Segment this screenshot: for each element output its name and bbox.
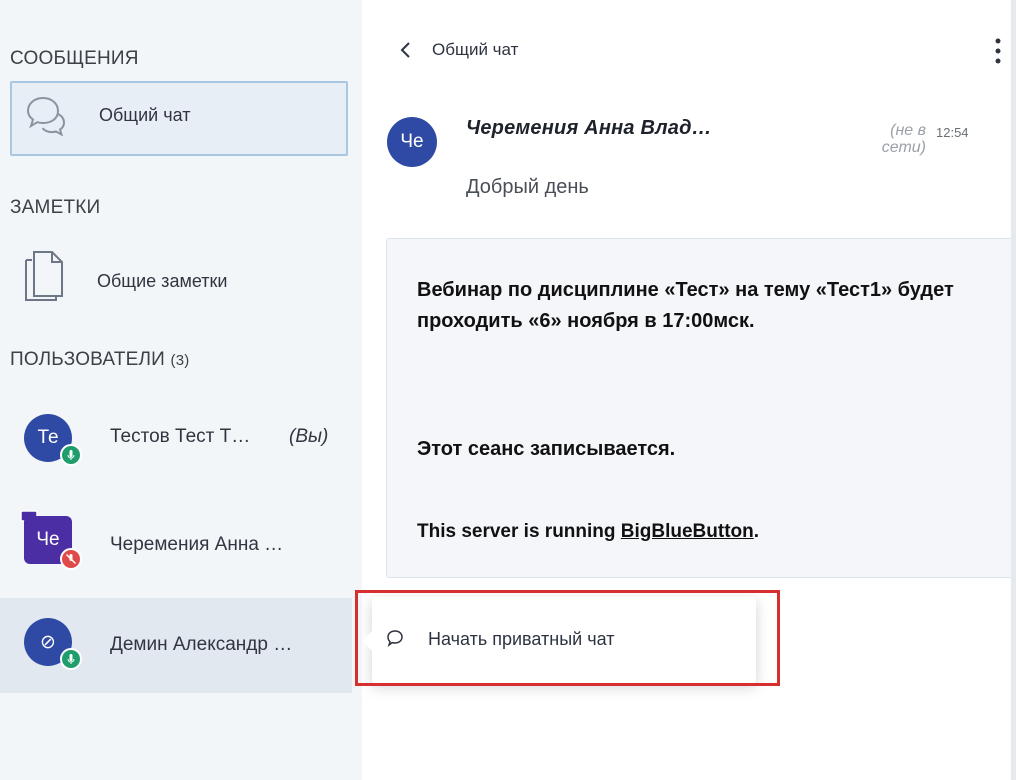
you-tag: (Вы) — [289, 426, 329, 447]
public-chat-item[interactable]: Общий чат — [10, 81, 348, 156]
users-title-text: ПОЛЬЗОВАТЕЛИ — [10, 349, 166, 370]
users-count: (3) — [170, 352, 190, 369]
public-chat-label: Общий чат — [99, 105, 191, 125]
chat-title: Общий чат — [432, 40, 519, 59]
message-time: 12:54 — [936, 125, 969, 140]
speech-bubble-icon — [387, 630, 403, 647]
notes-section-title: ЗАМЕТКИ — [10, 197, 101, 218]
start-private-chat-button[interactable]: Начать приватный чат — [428, 629, 614, 650]
microphone-icon — [60, 444, 82, 466]
user-name: Тестов Тест Т… — [110, 426, 251, 447]
messages-section-title: СООБЩЕНИЯ — [10, 48, 139, 69]
message-avatar: Че — [387, 117, 437, 167]
sidebar: СООБЩЕНИЯ Общий чат ЗАМЕТКИ Общие заметк… — [0, 0, 362, 780]
scrollbar[interactable] — [1011, 0, 1016, 780]
users-section-title: ПОЛЬЗОВАТЕЛИ (3) — [10, 349, 189, 371]
message-avatar-initials: Че — [400, 131, 424, 152]
server-suffix: . — [753, 521, 760, 542]
shared-notes-item[interactable]: Общие заметки — [10, 244, 348, 314]
recording-notice: Этот сеанс записывается. — [417, 438, 676, 460]
user-row-demin[interactable]: ⊘ Демин Александр … — [0, 598, 352, 693]
avatar-initials: Те — [37, 427, 59, 448]
message-text: Добрый день — [466, 176, 589, 198]
user-row-cheremenina[interactable]: Че Черемения Анна … — [0, 496, 352, 591]
shared-notes-label: Общие заметки — [97, 271, 228, 291]
message-author: Черемения Анна Влад… — [466, 117, 712, 139]
bigbluebutton-link[interactable]: BigBlueButton — [621, 521, 754, 542]
avatar-initials: ⊘ — [40, 631, 56, 653]
kebab-menu-icon[interactable] — [992, 36, 1004, 66]
user-row-testov[interactable]: Те Тестов Тест Т… (Вы) — [0, 392, 352, 487]
muted-microphone-icon — [60, 548, 82, 570]
message-author-status: (не в сети) — [881, 122, 926, 156]
microphone-icon — [60, 648, 82, 670]
welcome-text: Вебинар по дисциплине «Тест» на тему «Те… — [417, 279, 954, 332]
server-notice: This server is running BigBlueButton. — [417, 521, 759, 543]
welcome-message: Вебинар по дисциплине «Тест» на тему «Те… — [386, 238, 1016, 578]
user-context-menu: Начать приватный чат — [362, 597, 756, 683]
server-prefix: This server is running — [417, 521, 621, 542]
notes-icon — [25, 251, 63, 301]
back-icon[interactable] — [398, 40, 414, 60]
user-name: Демин Александр … — [110, 634, 293, 655]
user-name: Черемения Анна … — [110, 534, 284, 555]
avatar-initials: Че — [36, 529, 60, 550]
chat-bubbles-icon — [26, 96, 66, 136]
popup-arrow — [362, 629, 374, 653]
